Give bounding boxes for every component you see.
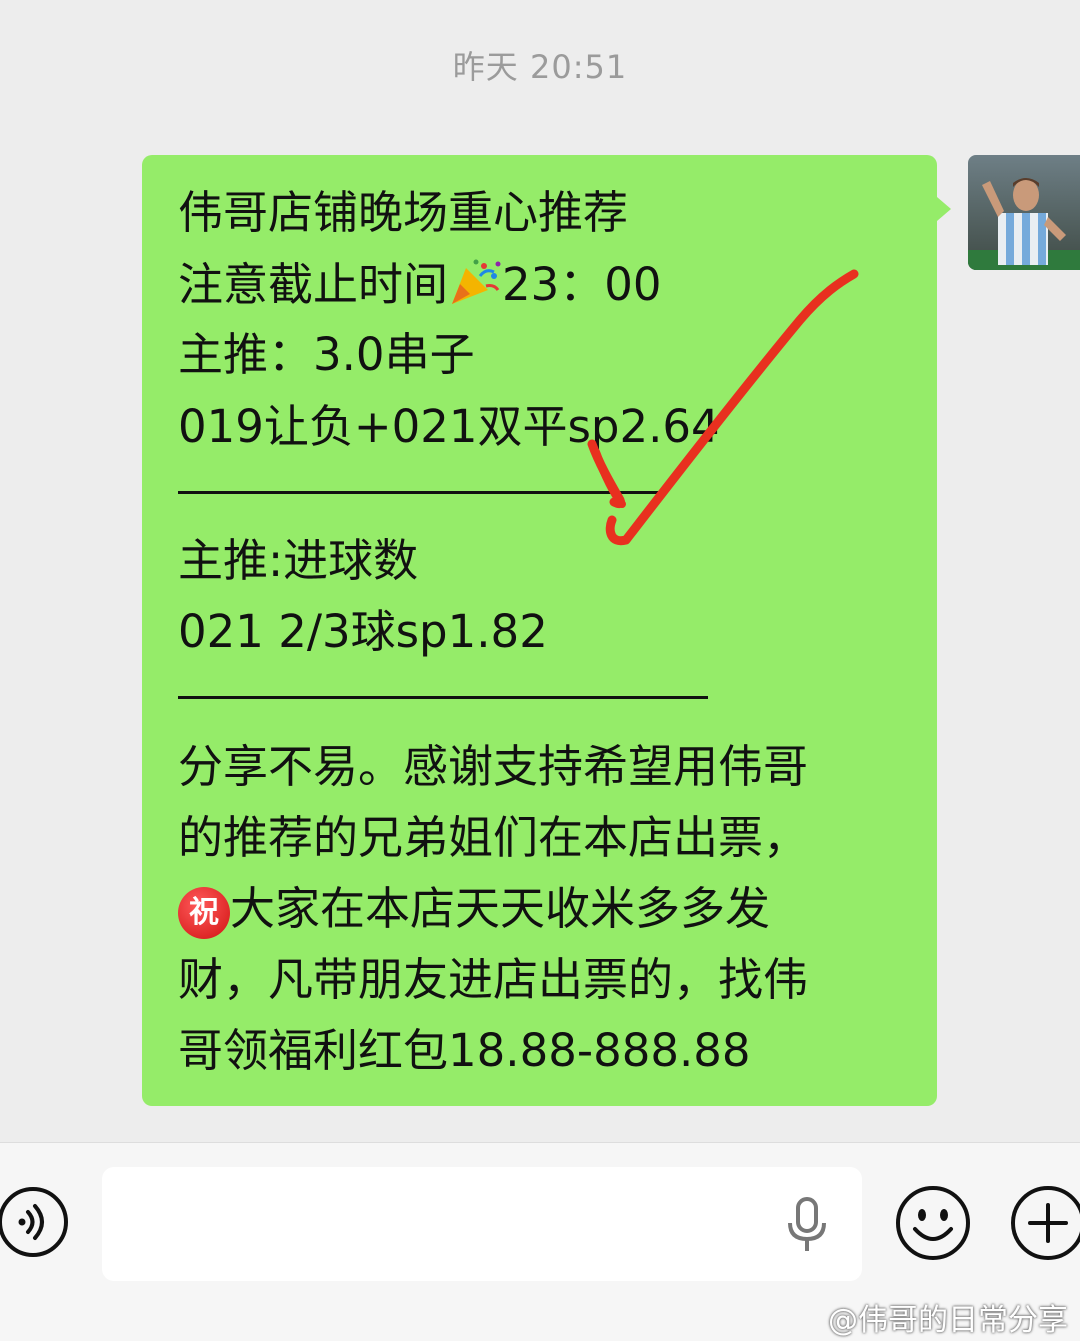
message-bubble[interactable]: 伟哥店铺晚场重心推荐 注意截止时间 23：00 主推：3.0串子 019让负+0… [142,155,951,1106]
microphone-icon[interactable] [784,1197,830,1257]
message-line: 分享不易。感谢支持希望用伟哥 [178,740,809,793]
message-text: 大家在本店天天收米多多发 [230,882,771,935]
message-input[interactable] [102,1167,862,1281]
message-text: 注意截止时间 [178,258,449,311]
message-line: 财，凡带朋友进店出票的，找伟 [178,953,809,1006]
message-line: 主推:进球数 [178,534,419,587]
message-text: 23：00 [502,258,662,311]
message-line: 021 2/3球sp1.82 [178,605,548,658]
plus-icon[interactable] [1008,1183,1080,1267]
message-line: 注意截止时间 23：00 [178,255,662,315]
voice-icon[interactable] [0,1183,72,1265]
message-line: 的推荐的兄弟姐们在本店出票， [178,811,809,864]
message-line: 019让负+021双平sp2.64 [178,400,720,453]
message-line: 哥领福利红包18.88-888.88 [178,1024,751,1077]
emoji-icon[interactable] [893,1183,973,1267]
party-popper-icon [448,258,502,306]
divider [178,491,664,494]
blessing-emoji: 祝 [178,887,230,939]
chat-timestamp: 昨天 20:51 [452,48,628,86]
watermark: @伟哥的日常分享 [828,1303,1068,1338]
message-line: 伟哥店铺晚场重心推荐 [178,186,629,239]
message-line: 祝大家在本店天天收米多多发 [178,879,770,939]
avatar[interactable] [968,155,1080,270]
message-line: 主推：3.0串子 [178,328,475,381]
divider [178,696,708,699]
